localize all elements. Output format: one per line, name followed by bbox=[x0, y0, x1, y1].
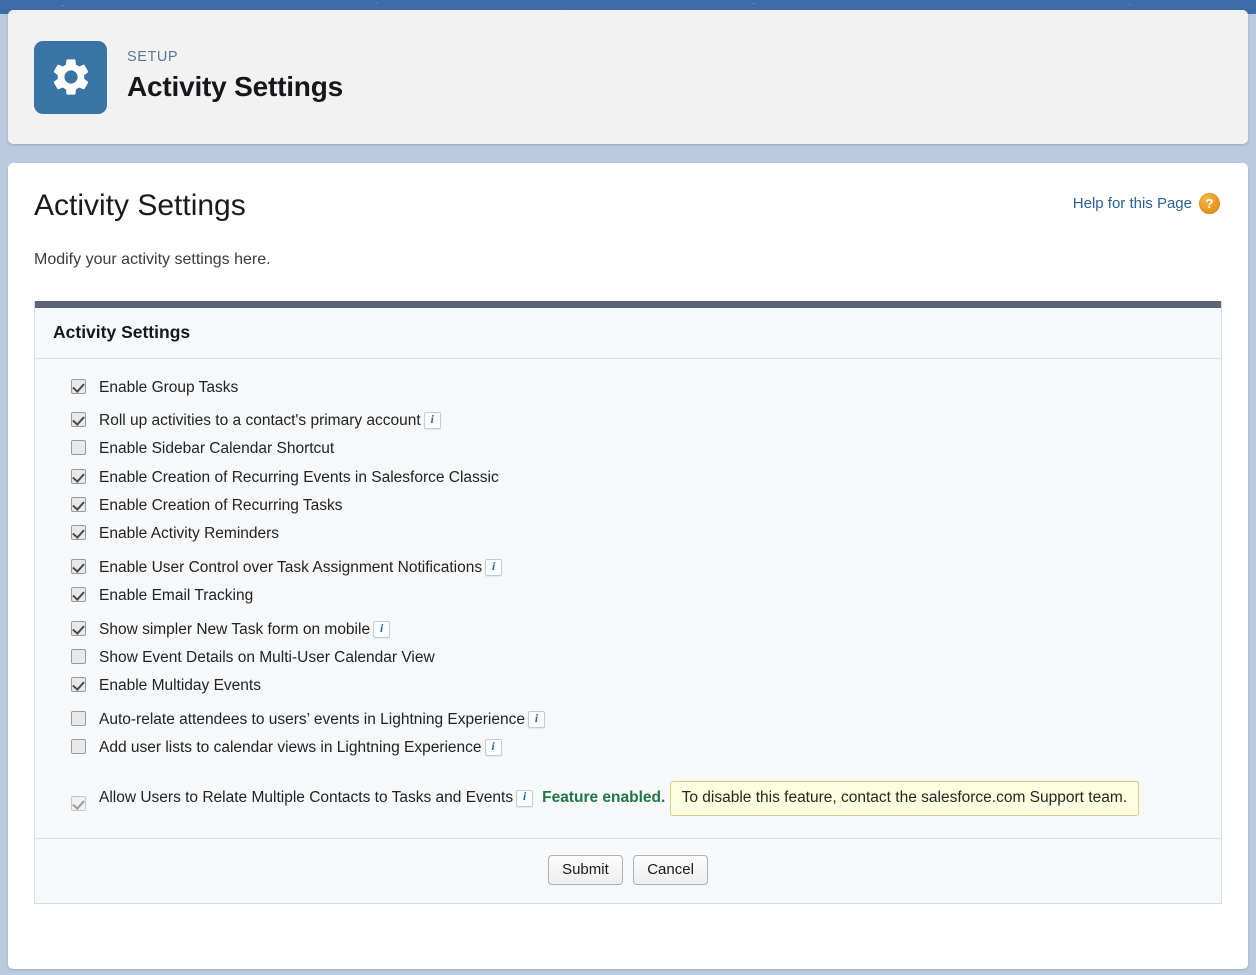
option-row-relate-multiple-contacts[interactable]: Allow Users to Relate Multiple Contacts … bbox=[71, 773, 1221, 816]
checkbox-recurring-tasks[interactable] bbox=[71, 497, 86, 512]
option-label: Enable Creation of Recurring Events in S… bbox=[99, 468, 499, 486]
option-label: Enable Creation of Recurring Tasks bbox=[99, 497, 343, 514]
option-row-email-tracking[interactable]: Enable Email Tracking bbox=[71, 585, 1221, 605]
cancel-button[interactable]: Cancel bbox=[633, 854, 708, 885]
info-icon[interactable]: i bbox=[516, 789, 534, 807]
option-label: Enable Sidebar Calendar Shortcut bbox=[99, 440, 335, 458]
checkbox-event-details-multi-user-calendar[interactable] bbox=[71, 648, 86, 664]
checkbox-enable-sidebar-calendar-shortcut[interactable] bbox=[71, 440, 86, 456]
checkbox-auto-relate-attendees[interactable] bbox=[71, 710, 86, 726]
option-label-group: Allow Users to Relate Multiple Contacts … bbox=[99, 773, 1140, 816]
option-label: Enable Email Tracking bbox=[99, 587, 254, 605]
checkbox-simpler-new-task-form[interactable] bbox=[71, 620, 86, 636]
checkbox-multiday-events[interactable] bbox=[71, 677, 86, 693]
info-icon[interactable]: i bbox=[485, 559, 503, 576]
page-title: Activity Settings bbox=[34, 189, 246, 222]
feature-enabled-status: Feature enabled. bbox=[542, 789, 666, 807]
option-row-add-user-lists-calendar-views[interactable]: Add user lists to calendar views in Ligh… bbox=[71, 737, 1221, 757]
option-label-group: Roll up activities to a contact's primar… bbox=[99, 410, 444, 430]
checkbox-activity-reminders[interactable] bbox=[71, 525, 86, 541]
panel-header-title: Activity Settings bbox=[53, 321, 191, 342]
option-row-roll-up-activities[interactable]: Roll up activities to a contact's primar… bbox=[71, 410, 1221, 430]
panel-footer: Submit Cancel bbox=[35, 837, 1221, 903]
panel-header: Activity Settings bbox=[35, 307, 1221, 359]
help-for-this-page[interactable]: Help for this Page ? bbox=[1073, 193, 1220, 214]
option-label: Roll up activities to a contact's primar… bbox=[99, 411, 421, 429]
panel-accent-bar bbox=[35, 300, 1221, 308]
main-content-card: Activity Settings Help for this Page ? M… bbox=[8, 163, 1248, 969]
option-row-event-details-multi-user-calendar[interactable]: Show Event Details on Multi-User Calenda… bbox=[71, 647, 1221, 667]
checkbox-enable-group-tasks[interactable] bbox=[71, 378, 86, 394]
setup-header-card: SETUP Activity Settings bbox=[8, 10, 1248, 144]
checkbox-email-tracking[interactable] bbox=[71, 587, 86, 603]
option-row-task-assignment-notifications[interactable]: Enable User Control over Task Assignment… bbox=[71, 557, 1221, 577]
page-header: Activity Settings Help for this Page ? M… bbox=[34, 163, 1222, 269]
option-label: Enable Multiday Events bbox=[99, 677, 261, 695]
option-row-auto-relate-attendees[interactable]: Auto-relate attendees to users’ events i… bbox=[71, 709, 1221, 729]
option-label: Show simpler New Task form on mobile bbox=[99, 620, 371, 638]
help-for-this-page-link[interactable]: Help for this Page bbox=[1073, 195, 1192, 212]
settings-options-list: Enable Group Tasks Roll up activities to… bbox=[35, 358, 1221, 838]
info-icon[interactable]: i bbox=[527, 710, 545, 728]
option-row-simpler-new-task-form[interactable]: Show simpler New Task form on mobile i bbox=[71, 619, 1221, 639]
option-row-multiday-events[interactable]: Enable Multiday Events bbox=[71, 675, 1221, 695]
activity-settings-panel: Activity Settings Enable Group Tasks Rol… bbox=[34, 300, 1222, 904]
option-row-enable-group-tasks[interactable]: Enable Group Tasks bbox=[71, 377, 1221, 397]
checkbox-recurring-events-classic[interactable] bbox=[71, 468, 86, 484]
option-row-activity-reminders[interactable]: Enable Activity Reminders bbox=[71, 523, 1221, 543]
option-label: Enable Group Tasks bbox=[99, 378, 239, 396]
option-row-recurring-events-classic[interactable]: Enable Creation of Recurring Events in S… bbox=[71, 467, 1221, 487]
submit-button[interactable]: Submit bbox=[548, 854, 623, 885]
checkbox-roll-up-activities[interactable] bbox=[71, 411, 86, 427]
option-row-recurring-tasks[interactable]: Enable Creation of Recurring Tasks bbox=[71, 495, 1221, 515]
option-label-group: Add user lists to calendar views in Ligh… bbox=[99, 737, 505, 757]
option-label-group: Auto-relate attendees to users’ events i… bbox=[99, 709, 548, 729]
checkbox-relate-multiple-contacts bbox=[71, 796, 86, 812]
option-label-group: Enable User Control over Task Assignment… bbox=[99, 557, 505, 577]
info-icon[interactable]: i bbox=[484, 739, 502, 757]
option-label: Enable User Control over Task Assignment… bbox=[99, 558, 483, 576]
option-label: Allow Users to Relate Multiple Contacts … bbox=[99, 789, 514, 807]
option-row-enable-sidebar-calendar-shortcut[interactable]: Enable Sidebar Calendar Shortcut bbox=[71, 438, 1221, 458]
option-label: Add user lists to calendar views in Ligh… bbox=[99, 739, 482, 756]
checkbox-add-user-lists-calendar-views[interactable] bbox=[71, 739, 86, 754]
option-label: Auto-relate attendees to users’ events i… bbox=[99, 710, 525, 728]
info-icon[interactable]: i bbox=[423, 412, 441, 430]
setup-header-text: SETUP Activity Settings bbox=[127, 49, 343, 103]
setup-title: Activity Settings bbox=[127, 71, 343, 103]
gear-icon bbox=[34, 40, 107, 114]
info-icon[interactable]: i bbox=[373, 620, 391, 638]
setup-eyebrow: SETUP bbox=[127, 49, 179, 66]
checkbox-task-assignment-notifications[interactable] bbox=[71, 558, 86, 574]
option-label-group: Show simpler New Task form on mobile i bbox=[99, 619, 393, 639]
page-subtitle: Modify your activity settings here. bbox=[34, 250, 271, 268]
question-mark-icon[interactable]: ? bbox=[1199, 193, 1220, 214]
option-label: Enable Activity Reminders bbox=[99, 525, 280, 543]
option-label: Show Event Details on Multi-User Calenda… bbox=[99, 648, 435, 666]
disable-feature-notice: To disable this feature, contact the sal… bbox=[669, 781, 1140, 816]
